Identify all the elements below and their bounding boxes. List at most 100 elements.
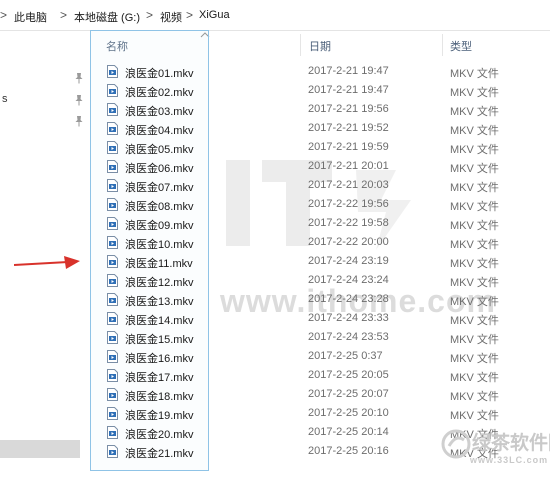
file-name: 浪医金03.mkv — [125, 106, 194, 118]
file-date: 2017-2-22 19:56 — [308, 198, 389, 210]
video-file-icon — [107, 141, 118, 154]
file-type: MKV 文件 — [450, 277, 499, 289]
file-date: 2017-2-22 20:00 — [308, 236, 389, 248]
video-file-icon — [107, 407, 118, 420]
file-type: MKV 文件 — [450, 239, 499, 251]
file-name: 浪医金02.mkv — [125, 87, 194, 99]
file-row[interactable]: 浪医金09.mkv 2017-2-22 19:58 MKV 文件 — [0, 214, 550, 233]
breadcrumb-separator[interactable]: > — [146, 8, 153, 22]
breadcrumb-item-drive-g[interactable]: 本地磁盘 (G:) — [74, 9, 140, 25]
file-date: 2017-2-24 23:28 — [308, 293, 389, 305]
file-type: MKV 文件 — [450, 353, 499, 365]
video-file-icon — [107, 255, 118, 268]
file-type: MKV 文件 — [450, 68, 499, 80]
file-date: 2017-2-21 19:47 — [308, 65, 389, 77]
video-file-icon — [107, 274, 118, 287]
file-row[interactable]: 浪医金11.mkv 2017-2-24 23:19 MKV 文件 — [0, 252, 550, 271]
file-row[interactable]: 浪医金01.mkv 2017-2-21 19:47 MKV 文件 — [0, 62, 550, 81]
file-name: 浪医金17.mkv — [125, 372, 194, 384]
file-row[interactable]: 浪医金04.mkv 2017-2-21 19:52 MKV 文件 — [0, 119, 550, 138]
file-type: MKV 文件 — [450, 182, 499, 194]
file-row[interactable]: 浪医金14.mkv 2017-2-24 23:33 MKV 文件 — [0, 309, 550, 328]
video-file-icon — [107, 65, 118, 78]
file-name: 浪医金01.mkv — [125, 68, 194, 80]
file-row[interactable]: 浪医金03.mkv 2017-2-21 19:56 MKV 文件 — [0, 100, 550, 119]
video-file-icon — [107, 369, 118, 382]
column-divider[interactable] — [442, 34, 443, 56]
file-date: 2017-2-22 19:58 — [308, 217, 389, 229]
file-date: 2017-2-24 23:33 — [308, 312, 389, 324]
video-file-icon — [107, 198, 118, 211]
file-type: MKV 文件 — [450, 125, 499, 137]
file-row[interactable]: 浪医金06.mkv 2017-2-21 20:01 MKV 文件 — [0, 157, 550, 176]
file-type: MKV 文件 — [450, 315, 499, 327]
file-name: 浪医金04.mkv — [125, 125, 194, 137]
file-type: MKV 文件 — [450, 372, 499, 384]
breadcrumb-item-xigua[interactable]: XiGua — [199, 9, 230, 21]
file-name: 浪医金13.mkv — [125, 296, 194, 308]
video-file-icon — [107, 312, 118, 325]
column-divider[interactable] — [300, 34, 301, 56]
file-date: 2017-2-21 20:03 — [308, 179, 389, 191]
red-arrow-annotation — [14, 256, 80, 269]
file-row[interactable]: 浪医金07.mkv 2017-2-21 20:03 MKV 文件 — [0, 176, 550, 195]
video-file-icon — [107, 103, 118, 116]
file-row[interactable]: 浪医金08.mkv 2017-2-22 19:56 MKV 文件 — [0, 195, 550, 214]
file-name: 浪医金20.mkv — [125, 429, 194, 441]
file-name: 浪医金07.mkv — [125, 182, 194, 194]
file-date: 2017-2-24 23:19 — [308, 255, 389, 267]
file-name: 浪医金09.mkv — [125, 220, 194, 232]
file-type: MKV 文件 — [450, 334, 499, 346]
file-type: MKV 文件 — [450, 163, 499, 175]
file-date: 2017-2-21 19:52 — [308, 122, 389, 134]
file-type: MKV 文件 — [450, 201, 499, 213]
file-row[interactable]: 浪医金13.mkv 2017-2-24 23:28 MKV 文件 — [0, 290, 550, 309]
file-row[interactable]: 浪医金02.mkv 2017-2-21 19:47 MKV 文件 — [0, 81, 550, 100]
breadcrumb-separator[interactable]: > — [60, 8, 67, 22]
column-header-type[interactable]: 类型 — [450, 38, 472, 54]
file-type: MKV 文件 — [450, 391, 499, 403]
file-type: MKV 文件 — [450, 258, 499, 270]
video-file-icon — [107, 160, 118, 173]
file-row[interactable]: 浪医金19.mkv 2017-2-25 20:10 MKV 文件 — [0, 404, 550, 423]
file-row[interactable]: 浪医金15.mkv 2017-2-24 23:53 MKV 文件 — [0, 328, 550, 347]
file-date: 2017-2-21 20:01 — [308, 160, 389, 172]
breadcrumb-item-this-pc[interactable]: 此电脑 — [14, 9, 47, 25]
file-date: 2017-2-25 20:07 — [308, 388, 389, 400]
file-name: 浪医金19.mkv — [125, 410, 194, 422]
file-date: 2017-2-25 20:10 — [308, 407, 389, 419]
file-name: 浪医金14.mkv — [125, 315, 194, 327]
file-date: 2017-2-21 19:56 — [308, 103, 389, 115]
file-row[interactable]: 浪医金17.mkv 2017-2-25 20:05 MKV 文件 — [0, 366, 550, 385]
file-type: MKV 文件 — [450, 106, 499, 118]
video-file-icon — [107, 388, 118, 401]
breadcrumb-separator[interactable]: > — [186, 8, 193, 22]
file-date: 2017-2-25 20:05 — [308, 369, 389, 381]
file-date: 2017-2-25 20:14 — [308, 426, 389, 438]
file-row[interactable]: 浪医金05.mkv 2017-2-21 19:59 MKV 文件 — [0, 138, 550, 157]
breadcrumb-separator[interactable]: > — [0, 8, 7, 22]
file-row[interactable]: 浪医金16.mkv 2017-2-25 0:37 MKV 文件 — [0, 347, 550, 366]
breadcrumb-item-videos[interactable]: 视频 — [160, 9, 182, 25]
file-row[interactable]: 浪医金18.mkv 2017-2-25 20:07 MKV 文件 — [0, 385, 550, 404]
file-name: 浪医金18.mkv — [125, 391, 194, 403]
file-date: 2017-2-25 0:37 — [308, 350, 383, 362]
file-name: 浪医金15.mkv — [125, 334, 194, 346]
file-name: 浪医金16.mkv — [125, 353, 194, 365]
file-type: MKV 文件 — [450, 144, 499, 156]
file-name: 浪医金12.mkv — [125, 277, 194, 289]
file-date: 2017-2-24 23:24 — [308, 274, 389, 286]
video-file-icon — [107, 350, 118, 363]
file-type: MKV 文件 — [450, 410, 499, 422]
video-file-icon — [107, 122, 118, 135]
file-name: 浪医金21.mkv — [125, 448, 194, 460]
file-row[interactable]: 浪医金12.mkv 2017-2-24 23:24 MKV 文件 — [0, 271, 550, 290]
corner-watermark-text: 绿茶软件园 — [472, 433, 550, 454]
file-row[interactable]: 浪医金10.mkv 2017-2-22 20:00 MKV 文件 — [0, 233, 550, 252]
video-file-icon — [107, 445, 118, 458]
file-type: MKV 文件 — [450, 220, 499, 232]
file-type: MKV 文件 — [450, 296, 499, 308]
column-header-date[interactable]: 日期 — [309, 38, 331, 54]
video-file-icon — [107, 426, 118, 439]
video-file-icon — [107, 84, 118, 97]
